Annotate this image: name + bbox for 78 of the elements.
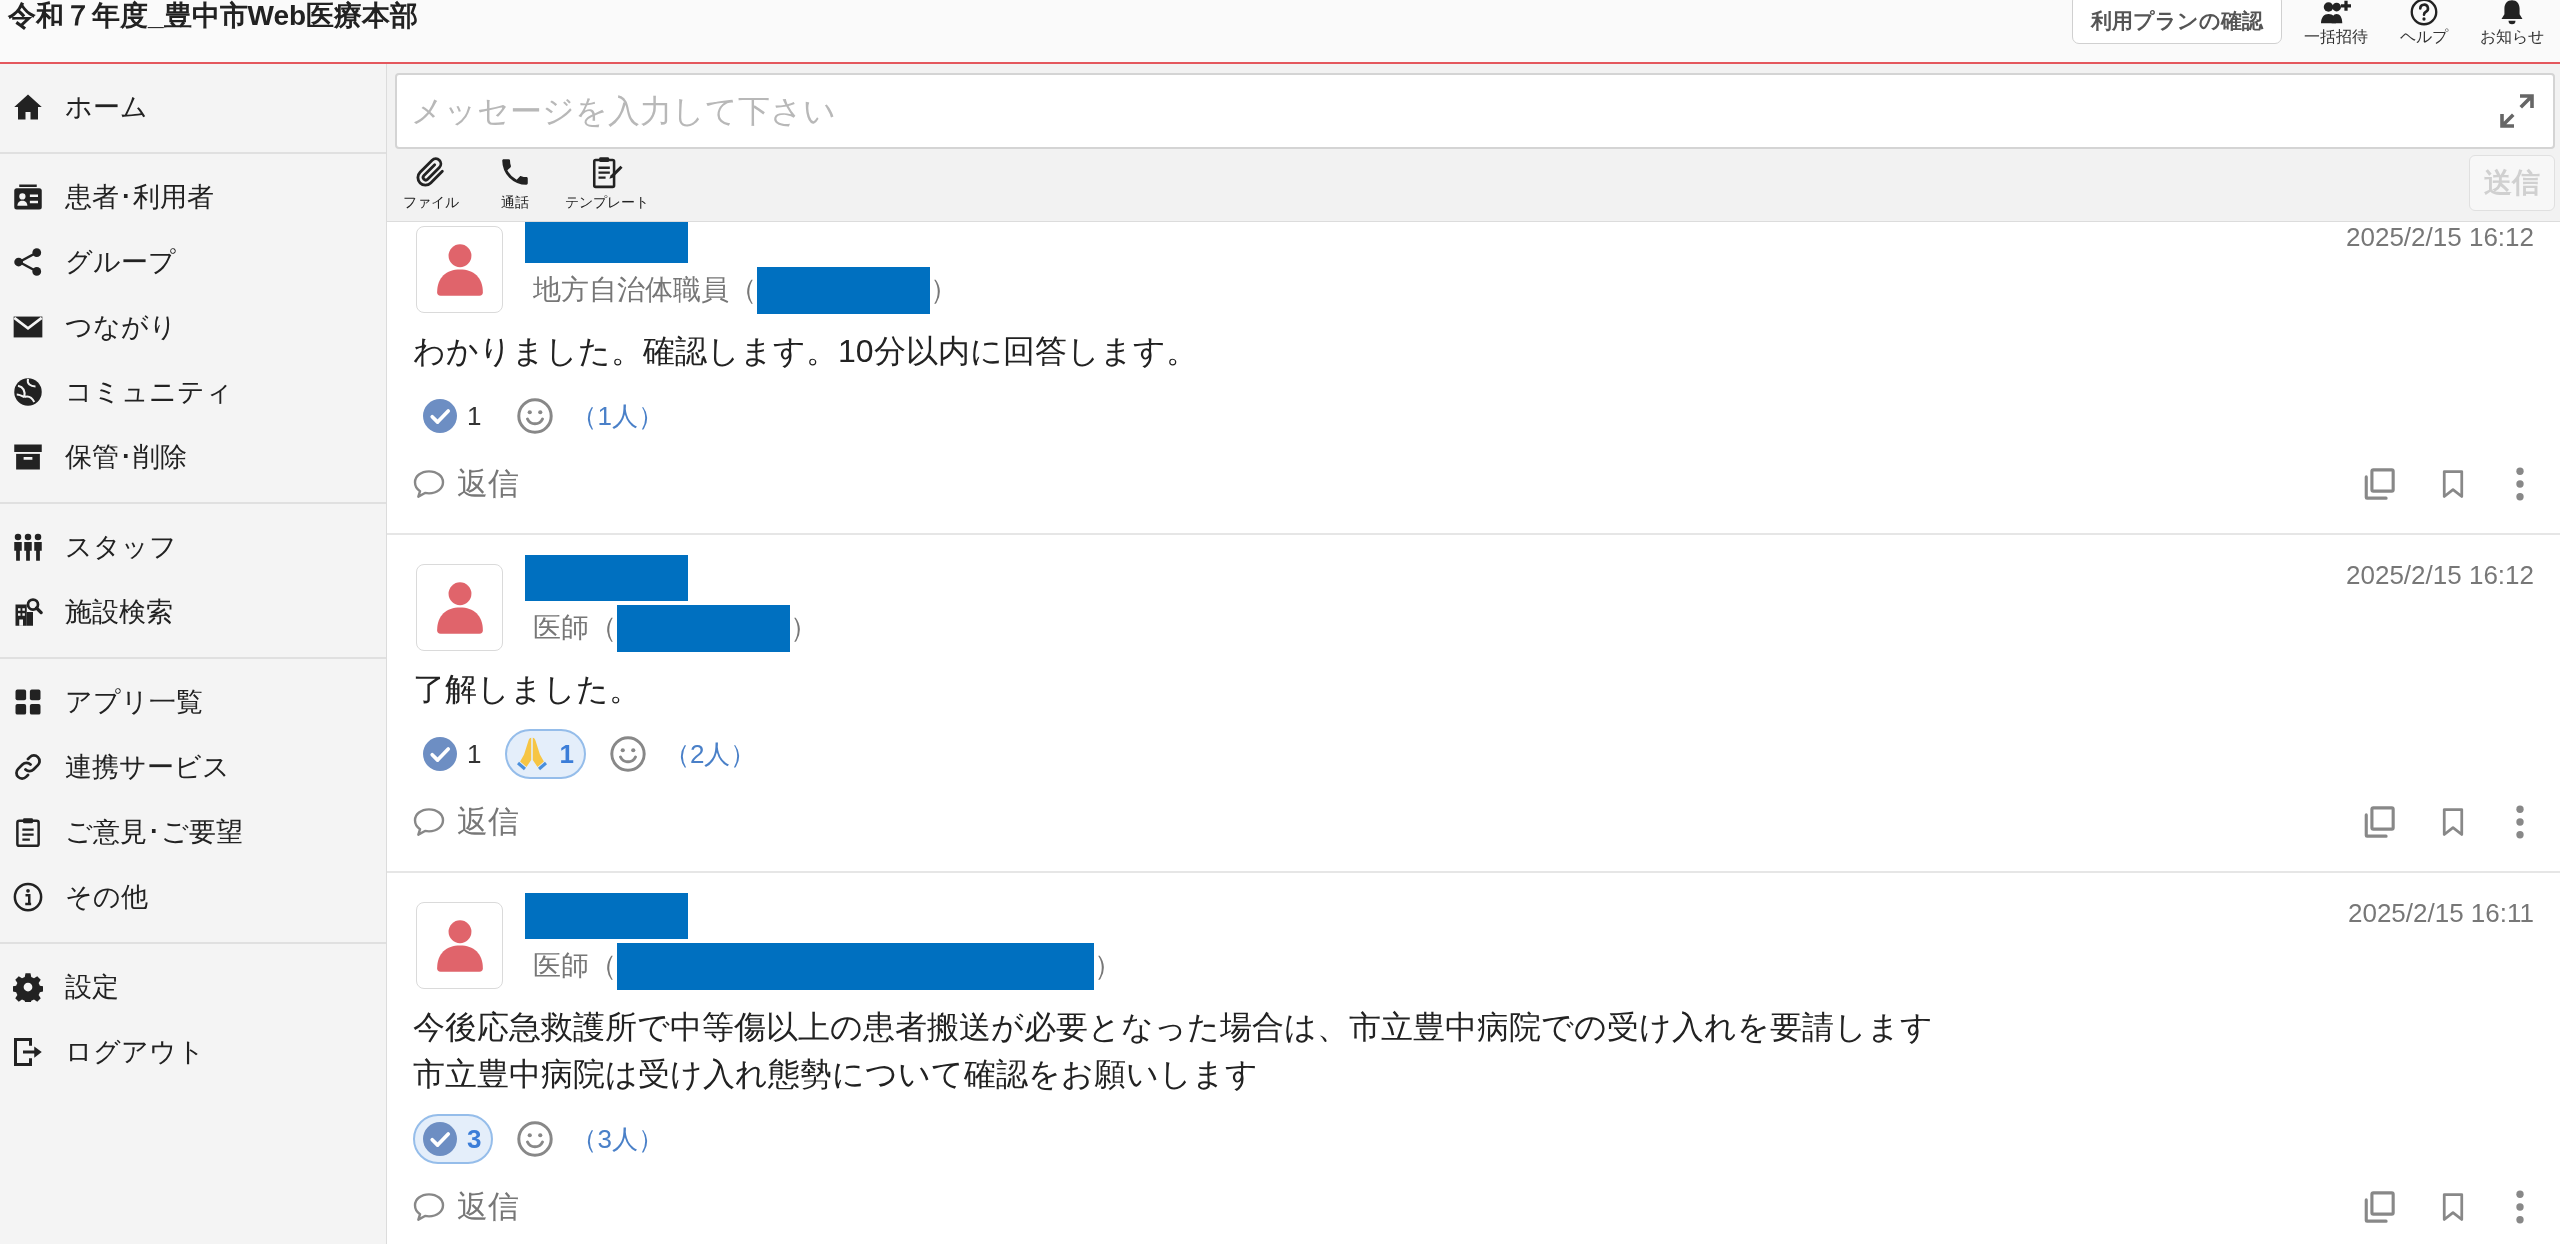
- speech-bubble-icon: [413, 1191, 445, 1223]
- sidebar-item[interactable]: つながり: [0, 294, 386, 359]
- clipboard-pen-icon: [590, 155, 624, 189]
- role-label: 地方自治体職員（: [533, 273, 757, 307]
- copy-icon[interactable]: [2362, 1190, 2396, 1224]
- copy-icon[interactable]: [2362, 467, 2396, 501]
- message-text: 了解しました。: [413, 670, 642, 709]
- check-circle-icon: [423, 737, 457, 771]
- reply-button[interactable]: 返信: [413, 801, 519, 843]
- check-circle-icon: [423, 399, 457, 433]
- sidebar-item[interactable]: グループ: [0, 229, 386, 294]
- reaction-button[interactable]: 1: [413, 391, 494, 441]
- header-action[interactable]: ヘルプ: [2384, 0, 2464, 48]
- toolbar-button[interactable]: ファイル: [395, 149, 467, 212]
- globe-icon: [13, 376, 43, 407]
- expand-icon[interactable]: [2499, 93, 2535, 129]
- message-text: 市立豊中病院は受け入れ態勢について確認をお願いします: [413, 1055, 1259, 1094]
- reacted-users-link[interactable]: （3人）: [571, 1121, 664, 1157]
- reaction-button[interactable]: 3: [413, 1114, 494, 1164]
- toolbar-button[interactable]: テンプレート: [563, 149, 651, 212]
- share-nodes-icon: [13, 246, 43, 277]
- reacted-users-link[interactable]: （2人）: [663, 736, 757, 772]
- praying-hands-icon: [515, 737, 550, 771]
- sidebar-item[interactable]: アプリ一覧: [0, 669, 386, 734]
- more-icon[interactable]: [2516, 805, 2524, 839]
- reply-button[interactable]: 返信: [413, 1186, 519, 1228]
- settings-icon: [13, 971, 43, 1002]
- people-plus-icon: [2321, 0, 2351, 26]
- logout-icon: [13, 1036, 43, 1067]
- header-action[interactable]: 一括招待: [2296, 0, 2376, 48]
- info-icon: [13, 881, 43, 912]
- help-icon: [2409, 0, 2439, 26]
- toolbar-button[interactable]: 通話: [479, 149, 551, 212]
- sidebar-item[interactable]: 施設検索: [0, 579, 386, 644]
- speech-bubble-icon: [413, 806, 445, 838]
- sidebar-item[interactable]: ご意見･ご要望: [0, 799, 386, 864]
- reaction-button[interactable]: 1: [505, 729, 586, 779]
- message-input[interactable]: メッセージを入力して下さい: [395, 73, 2555, 149]
- check-circle-icon: [423, 1122, 457, 1156]
- timestamp: 2025/2/15 16:12: [2346, 222, 2534, 254]
- clipboard-icon: [13, 816, 43, 847]
- plan-button[interactable]: 利用プランの確認: [2072, 0, 2282, 44]
- header-action[interactable]: お知らせ: [2472, 0, 2552, 48]
- role-label: 医師（: [533, 611, 617, 645]
- sidebar-item[interactable]: スタッフ: [0, 514, 386, 579]
- reply-button[interactable]: 返信: [413, 463, 519, 505]
- sidebar-item[interactable]: 患者･利用者: [0, 164, 386, 229]
- sidebar-item[interactable]: ホーム: [0, 74, 386, 139]
- app-title: 令和７年度_豊中市Web医療本部: [8, 0, 419, 33]
- more-icon[interactable]: [2516, 467, 2524, 501]
- speech-bubble-icon: [413, 468, 445, 500]
- role-label: ）: [1094, 949, 1122, 983]
- link-icon: [13, 751, 43, 782]
- building-search-icon: [13, 596, 43, 627]
- add-reaction-icon[interactable]: [517, 1121, 554, 1157]
- sidebar-item[interactable]: 保管･削除: [0, 424, 386, 489]
- add-reaction-icon[interactable]: [517, 398, 554, 434]
- person-icon: [435, 242, 484, 297]
- person-icon: [435, 580, 484, 635]
- more-icon[interactable]: [2516, 1190, 2524, 1224]
- sidebar-item[interactable]: その他: [0, 864, 386, 929]
- reaction-button[interactable]: 1: [413, 729, 494, 779]
- sidebar-item[interactable]: コミュニティ: [0, 359, 386, 424]
- person-icon: [435, 918, 484, 973]
- add-reaction-icon[interactable]: [609, 736, 646, 772]
- timestamp: 2025/2/15 16:11: [2347, 897, 2534, 930]
- sidebar-item[interactable]: 設定: [0, 954, 386, 1019]
- role-label: ）: [930, 273, 958, 307]
- message-text: 今後応急救護所で中等傷以上の患者搬送が必要となった場合は、市立豊中病院での受け入れを要請します: [413, 1008, 1934, 1047]
- people-icon: [13, 531, 43, 562]
- role-label: ）: [790, 611, 818, 645]
- timestamp: 2025/2/15 16:12: [2346, 559, 2534, 592]
- sidebar-item[interactable]: 連携サービス: [0, 734, 386, 799]
- role-label: 医師（: [533, 949, 617, 983]
- copy-icon[interactable]: [2362, 805, 2396, 839]
- sidebar-item[interactable]: ログアウト: [0, 1019, 386, 1084]
- reacted-users-link[interactable]: （1人）: [571, 398, 664, 434]
- message-text: わかりました。確認します。10分以内に回答します。: [413, 332, 1199, 371]
